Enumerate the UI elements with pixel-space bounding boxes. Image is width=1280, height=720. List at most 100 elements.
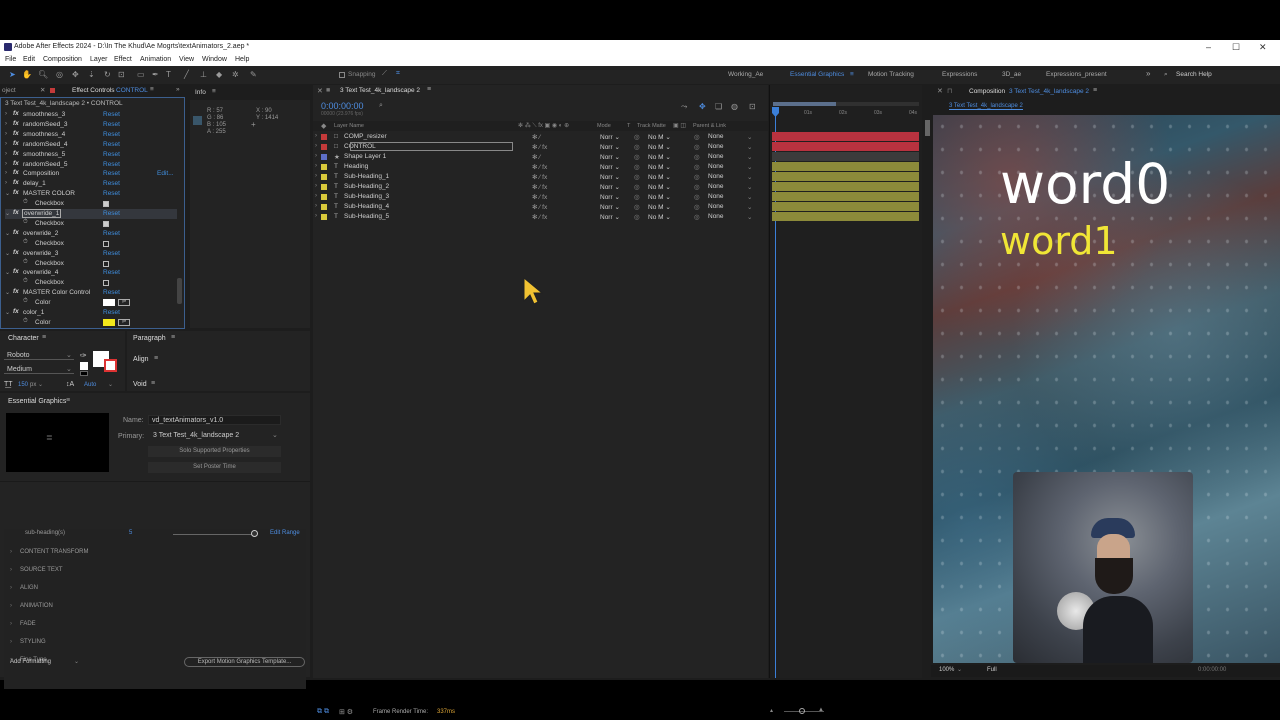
parent-dropdown[interactable]: None (708, 193, 724, 200)
layer-duration-bar[interactable] (772, 201, 919, 211)
expand-panels-icon[interactable]: » (176, 86, 180, 93)
layer-row[interactable]: › □ COMP_resizer ✻ ⁄ Norr ⌄ ◎ No M ⌄ ◎ None ⌄ (314, 132, 770, 142)
layer-name[interactable]: Shape Layer 1 (344, 153, 386, 160)
snapping-checkbox[interactable] (339, 72, 345, 78)
layer-row[interactable]: › T Heading ✻ ⁄ fx Norr ⌄ ◎ No M ⌄ ◎ None ⌄ (314, 162, 770, 172)
parent-link-column[interactable]: Parent & Link (693, 123, 726, 129)
layer-name[interactable]: COMP_resizer (344, 133, 387, 140)
stopwatch-icon[interactable]: ⏱ (23, 259, 28, 266)
sub-heading-slider-thumb[interactable] (251, 530, 258, 537)
preserve-transparency-icon[interactable]: ◎ (634, 203, 640, 211)
type-tool-icon[interactable]: T (166, 70, 171, 79)
pickwhip-icon[interactable]: ◎ (694, 203, 700, 211)
reset-link[interactable]: Reset (103, 131, 120, 138)
eyedropper-icon[interactable]: ⇌ (118, 318, 130, 326)
pen-tool-icon[interactable]: ✒ (152, 70, 159, 79)
primary-comp-dropdown[interactable]: 3 Text Test_4k_landscape 2 ⌄ (150, 431, 281, 441)
label-color-swatch[interactable] (321, 213, 327, 220)
layer-row[interactable]: › T Sub-Heading_2 ✻ ⁄ fx Norr ⌄ ◎ No M ⌄ ◎ None ⌄ (314, 182, 770, 192)
twirl-arrow-icon[interactable]: ⌄ (5, 309, 10, 316)
pickwhip-icon[interactable]: ◎ (694, 193, 700, 201)
motion-blur-icon[interactable]: ◍ (731, 102, 738, 111)
twirl-arrow-icon[interactable]: › (315, 193, 317, 199)
essential-graphics-title[interactable]: Essential Graphics (8, 398, 66, 405)
fx-toggle-icon[interactable]: fx (13, 189, 19, 196)
twirl-arrow-icon[interactable]: › (5, 111, 7, 117)
align-menu-icon[interactable]: ≡ (154, 355, 158, 362)
track-matte-dropdown[interactable]: No M ⌄ (648, 193, 671, 201)
pan-behind-tool-icon[interactable]: ⊡ (118, 70, 125, 79)
preserve-transparency-icon[interactable]: ◎ (634, 183, 640, 191)
fx-toggle-icon[interactable]: fx (13, 160, 19, 167)
section-fade[interactable]: › FADE (10, 621, 36, 627)
resolution-value[interactable]: Full (987, 667, 997, 673)
track-matte-dropdown[interactable]: No M ⌄ (648, 173, 671, 181)
track-matte-dropdown[interactable]: No M ⌄ (648, 203, 671, 211)
viewer-timecode[interactable]: 0:00:00:00 (1198, 667, 1226, 673)
fx-toggle-icon[interactable]: fx (13, 308, 19, 315)
workspace-working-ae[interactable]: Working_Ae (728, 71, 763, 78)
twirl-arrow-icon[interactable]: › (315, 153, 317, 159)
preserve-transparency-icon[interactable]: ◎ (634, 213, 640, 221)
twirl-arrow-icon[interactable]: › (5, 170, 7, 176)
stopwatch-icon[interactable]: ⏱ (23, 199, 28, 206)
mode-column[interactable]: Mode (597, 123, 611, 129)
fx-toggle-icon[interactable]: fx (13, 130, 19, 137)
blend-mode-dropdown[interactable]: Norr ⌄ (600, 173, 620, 181)
effect-row[interactable]: ⌄ fx overwride_1 Reset (5, 209, 177, 219)
eyedropper-icon[interactable]: ✑ (80, 351, 87, 360)
effect-row[interactable]: › fx smoothness_5 Reset (5, 150, 177, 160)
eg-menu-icon[interactable]: ≡ (66, 397, 70, 404)
twirl-arrow-icon[interactable]: › (5, 121, 7, 127)
time-graph-scrollbar[interactable] (925, 120, 930, 136)
checkbox[interactable] (103, 280, 109, 287)
menu-file[interactable]: File (5, 56, 16, 63)
zoom-slider-thumb[interactable] (799, 708, 805, 714)
paragraph-title[interactable]: Paragraph (133, 335, 166, 342)
reset-link[interactable]: Reset (103, 309, 120, 316)
reset-link[interactable]: Reset (103, 190, 120, 197)
layer-duration-bar[interactable] (772, 181, 919, 191)
section-animation[interactable]: › ANIMATION (10, 603, 53, 609)
pickwhip-icon[interactable]: ◎ (694, 153, 700, 161)
parent-dropdown[interactable]: None (708, 133, 724, 140)
section-styling[interactable]: › STYLING (10, 639, 46, 645)
layer-duration-bar[interactable] (772, 191, 919, 201)
section-source-text[interactable]: › SOURCE TEXT (10, 567, 63, 573)
checkbox[interactable] (103, 220, 109, 227)
clone-stamp-tool-icon[interactable]: ⊥ (200, 70, 207, 79)
color-swatch[interactable] (103, 299, 115, 307)
eyedropper-icon[interactable]: ⇌ (118, 299, 130, 307)
reset-link[interactable]: Reset (103, 111, 120, 118)
black-swatch[interactable] (80, 371, 88, 376)
fx-toggle-icon[interactable]: fx (13, 229, 19, 236)
effect-row[interactable]: ⌄ fx overwride_4 Reset (5, 268, 177, 278)
graph-editor-icon[interactable]: ⊡ (749, 102, 756, 111)
pickwhip-icon[interactable]: ◎ (694, 213, 700, 221)
snap-grid-icon[interactable]: ⌗ (396, 70, 400, 78)
layer-name[interactable]: Sub-Heading_3 (344, 193, 389, 200)
hand-tool-icon[interactable]: ✋ (22, 70, 32, 79)
checkbox[interactable] (103, 240, 109, 247)
twirl-arrow-icon[interactable]: › (315, 213, 317, 219)
layer-duration-bar[interactable] (772, 161, 919, 171)
track-matte-dropdown[interactable]: No M ⌄ (648, 133, 671, 141)
parent-dropdown[interactable]: None (708, 173, 724, 180)
effect-row[interactable]: ⌄ fx MASTER COLOR Reset (5, 189, 177, 199)
work-area-bar[interactable] (773, 102, 919, 106)
pickwhip-icon[interactable]: ◎ (694, 183, 700, 191)
twirl-arrow-icon[interactable]: › (5, 161, 7, 167)
fx-toggle-icon[interactable]: fx (13, 120, 19, 127)
color-swatch[interactable] (103, 318, 115, 326)
menu-composition[interactable]: Composition (43, 56, 82, 63)
blend-mode-dropdown[interactable]: Norr ⌄ (600, 163, 620, 171)
layer-row[interactable]: › T Sub-Heading_5 ✻ ⁄ fx Norr ⌄ ◎ No M ⌄ ◎ None ⌄ (314, 212, 770, 222)
menu-help[interactable]: Help (235, 56, 249, 63)
layer-name-column[interactable]: Layer Name (334, 123, 364, 129)
blend-mode-dropdown[interactable]: Norr ⌄ (600, 213, 620, 221)
label-color-swatch[interactable] (321, 153, 327, 160)
current-timecode[interactable]: 0:00:00:00 (321, 101, 364, 111)
layer-row[interactable]: › T Sub-Heading_1 ✻ ⁄ fx Norr ⌄ ◎ No M ⌄ ◎ None ⌄ (314, 172, 770, 182)
timeline-tab[interactable]: 3 Text Test_4k_landscape 2 (340, 87, 420, 94)
timeline-menu-icon[interactable]: ≡ (427, 86, 431, 93)
